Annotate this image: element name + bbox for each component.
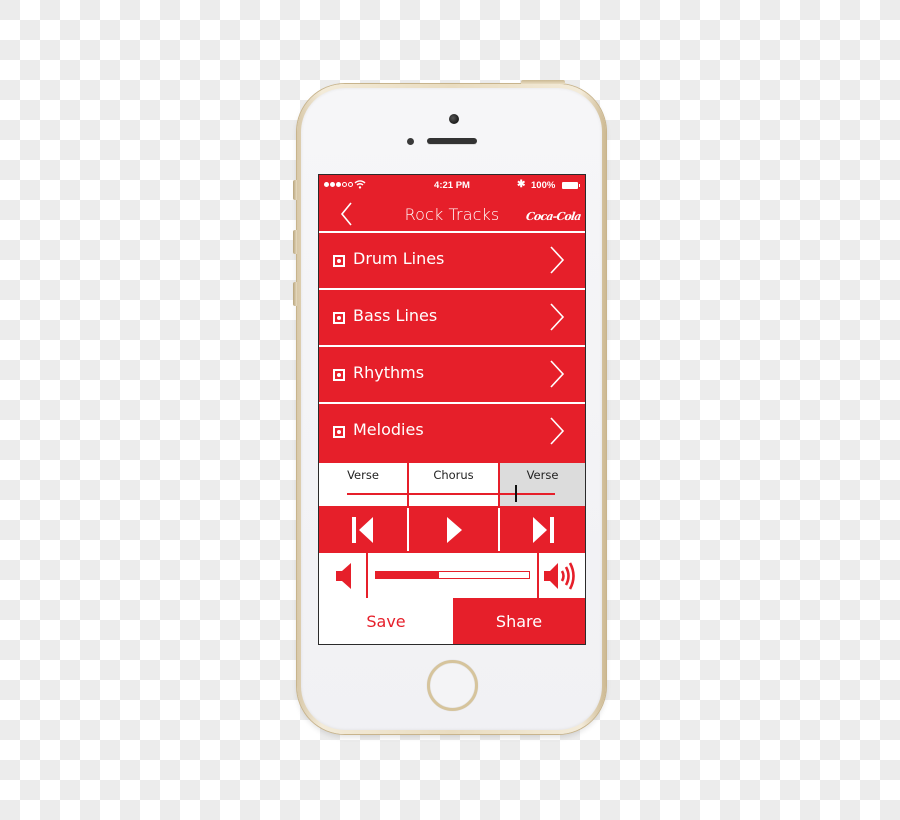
timeline-segment-verse-2[interactable]: Verse [498,463,585,506]
list-item-drum-lines[interactable]: Drum Lines [319,231,585,288]
chevron-right-icon [550,417,565,445]
transport-controls [319,506,585,551]
list-item-rhythms[interactable]: Rhythms [319,345,585,402]
proximity-sensor [407,138,414,145]
song-timeline: Verse Chorus Verse [319,461,585,506]
volume-down-button [293,282,297,306]
timeline-segment-verse-1[interactable]: Verse [319,463,407,506]
next-button[interactable] [498,508,585,551]
track-square-icon [333,312,345,324]
segment-label: Chorus [433,468,474,482]
volume-up-button[interactable] [539,553,585,600]
segment-label: Verse [347,468,379,482]
power-button [521,80,565,84]
earpiece-speaker [427,138,477,144]
track-list: Drum Lines Bass Lines Rhythms Melodies [319,231,585,459]
app-screen: 4:21 PM ✱ 100% Rock Tracks Coca-Cola Dru… [318,174,586,645]
navigation-bar: Rock Tracks Coca-Cola [319,197,585,231]
chevron-right-icon [550,360,565,388]
track-square-icon [333,369,345,381]
action-bar: Save Share [319,598,585,644]
track-label: Drum Lines [353,249,445,268]
volume-slider-fill [376,572,439,578]
volume-high-icon [544,562,575,590]
play-button[interactable] [407,508,498,551]
chevron-right-icon [550,246,565,274]
track-label: Bass Lines [353,306,438,325]
track-label: Melodies [353,420,424,439]
status-bar: 4:21 PM ✱ 100% [319,175,585,197]
volume-down-button[interactable] [319,553,367,600]
bluetooth-icon: ✱ [517,179,526,190]
list-item-melodies[interactable]: Melodies [319,402,585,459]
playhead-marker[interactable] [515,485,518,502]
battery-percentage: 100% [531,180,556,191]
volume-up-button [293,230,297,254]
volume-control [319,551,585,600]
previous-button[interactable] [319,508,407,551]
segment-label: Verse [526,468,559,482]
divider [366,553,368,600]
battery-icon [562,182,580,189]
track-square-icon [333,255,345,267]
skip-back-icon [352,516,373,543]
volume-slider[interactable] [375,571,530,579]
front-camera [449,114,459,124]
track-square-icon [333,426,345,438]
skip-forward-icon [532,516,554,543]
volume-low-icon [336,563,351,589]
play-icon [446,516,462,543]
save-button[interactable]: Save [319,598,453,644]
timeline-segment-chorus[interactable]: Chorus [407,463,498,506]
chevron-right-icon [550,303,565,331]
mute-switch [293,180,297,200]
timeline-scrubber-track[interactable] [347,493,555,495]
share-button[interactable]: Share [453,598,585,644]
brand-logo: Coca-Cola [525,210,582,223]
list-item-bass-lines[interactable]: Bass Lines [319,288,585,345]
track-label: Rhythms [353,363,425,382]
home-button[interactable] [427,660,478,711]
